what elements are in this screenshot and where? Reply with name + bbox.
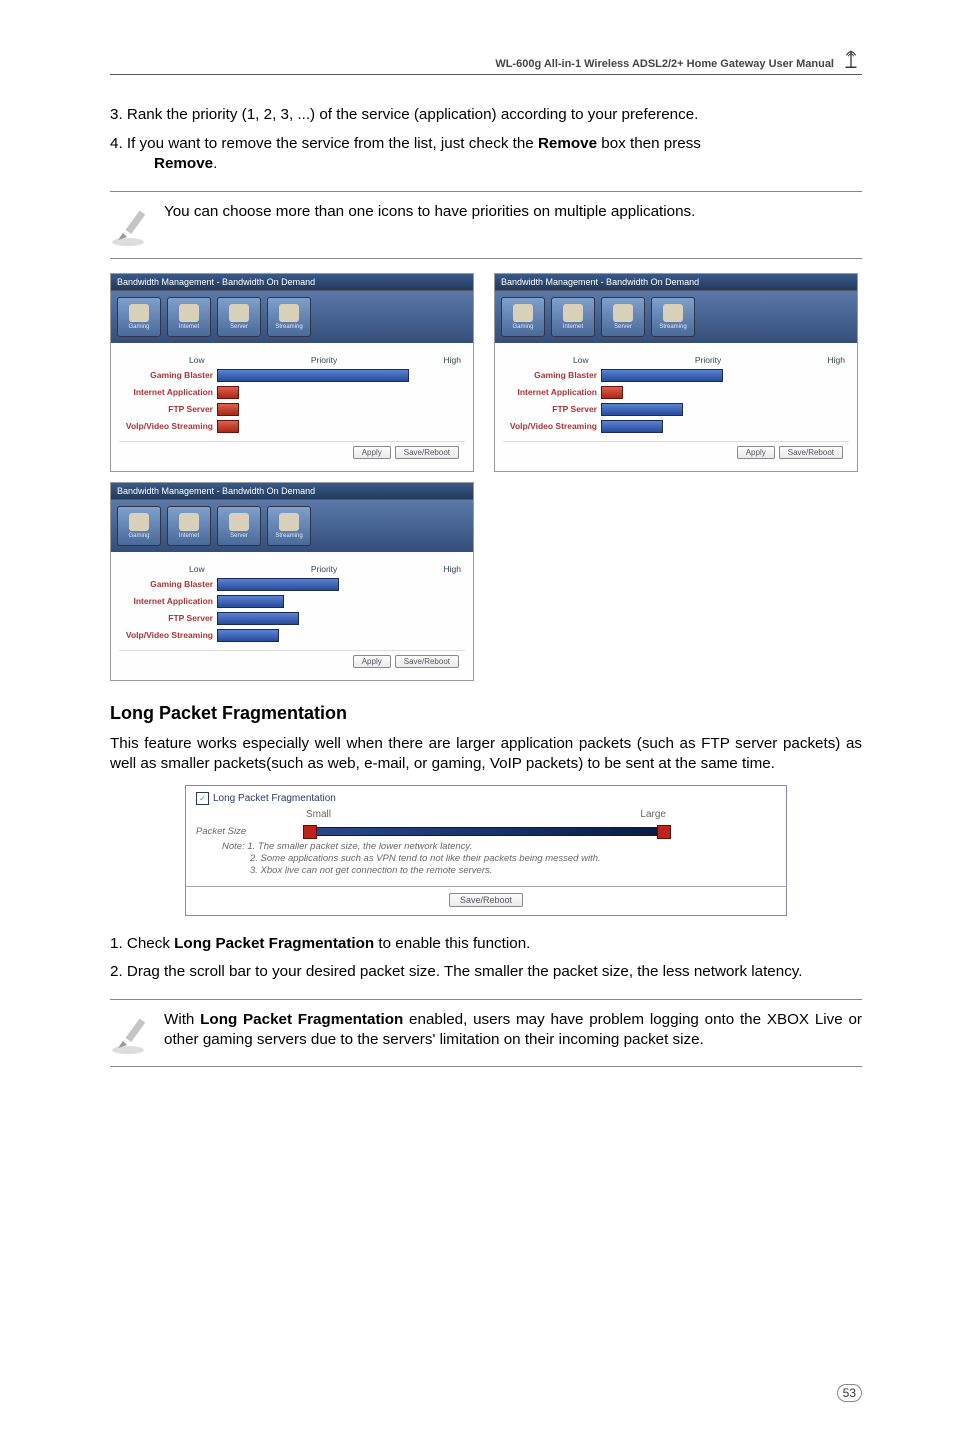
step4: 4. If you want to remove the service fro… <box>110 134 862 175</box>
frag-checkbox[interactable]: ✓ <box>196 792 209 805</box>
note-box-2: With Long Packet Fragmentation enabled, … <box>110 999 862 1067</box>
row-gaming: Gaming Blaster <box>119 579 217 589</box>
large-label: Large <box>640 809 666 820</box>
small-label: Small <box>306 809 331 820</box>
enable-step-2: 2. Drag the scroll bar to your desired p… <box>110 962 862 983</box>
strip-icon-ftp[interactable]: Server <box>217 506 261 546</box>
strip-icon-voip[interactable]: Streaming <box>267 297 311 337</box>
apply-button[interactable]: Apply <box>353 446 391 459</box>
prio-label: Priority <box>695 355 721 365</box>
s1-b: Long Packet Fragmentation <box>174 935 374 952</box>
row-gaming: Gaming Blaster <box>503 370 601 380</box>
step4-c: box then press <box>597 135 701 152</box>
header-title: WL-600g All-in-1 Wireless ADSL2/2+ Home … <box>495 58 834 70</box>
strip-icon-game[interactable]: Gaming <box>117 506 161 546</box>
icon-strip-2: Gaming Internet Server Streaming <box>495 291 857 343</box>
bar-ftp[interactable] <box>217 403 239 416</box>
bar-gaming[interactable] <box>217 369 409 382</box>
config-header-3: Bandwidth Management - Bandwidth On Dema… <box>111 483 473 500</box>
row-voip: VoIp/Video Streaming <box>119 630 217 640</box>
high-label: High <box>444 355 461 365</box>
config-header-2: Bandwidth Management - Bandwidth On Dema… <box>495 274 857 291</box>
config-panel-1: Bandwidth Management - Bandwidth On Dema… <box>110 273 474 472</box>
bar-ftp[interactable] <box>217 612 299 625</box>
prio-label: Priority <box>311 564 337 574</box>
note2-text: With Long Packet Fragmentation enabled, … <box>164 1010 862 1051</box>
bar-voip[interactable] <box>601 420 663 433</box>
bar-gaming[interactable] <box>601 369 723 382</box>
step4-d: Remove <box>154 155 213 172</box>
page-number: 53 <box>837 1384 862 1402</box>
save-button[interactable]: Save/Reboot <box>395 446 459 459</box>
row-ftp: FTP Server <box>119 613 217 623</box>
s1-c: to enable this function. <box>374 935 530 952</box>
row-ftp: FTP Server <box>119 404 217 414</box>
frag-note-3: 3. Xbox live can not get connection to t… <box>222 865 776 877</box>
apply-button[interactable]: Apply <box>737 446 775 459</box>
save-button[interactable]: Save/Reboot <box>779 446 843 459</box>
note2-a: With <box>164 1011 200 1028</box>
row-gaming: Gaming Blaster <box>119 370 217 380</box>
note2-b: Long Packet Fragmentation <box>200 1011 403 1028</box>
save-reboot-button[interactable]: Save/Reboot <box>449 893 523 907</box>
strip-icon-game[interactable]: Gaming <box>117 297 161 337</box>
step4-a: 4. If you want to remove the service fro… <box>110 135 538 152</box>
step3: 3. Rank the priority (1, 2, 3, ...) of t… <box>110 105 862 126</box>
step4-e: . <box>213 155 217 172</box>
s1-a: 1. Check <box>110 935 174 952</box>
low-label: Low <box>189 564 205 574</box>
strip-icon-app[interactable]: Internet <box>167 506 211 546</box>
step4-b: Remove <box>538 135 597 152</box>
row-app: Internet Application <box>119 387 217 397</box>
config-header-1: Bandwidth Management - Bandwidth On Dema… <box>111 274 473 291</box>
high-label: High <box>444 564 461 574</box>
high-label: High <box>828 355 845 365</box>
strip-icon-app[interactable]: Internet <box>551 297 595 337</box>
row-voip: VoIp/Video Streaming <box>503 421 601 431</box>
apply-button[interactable]: Apply <box>353 655 391 668</box>
frag-para: This feature works especially well when … <box>110 734 862 775</box>
strip-icon-ftp[interactable]: Server <box>601 297 645 337</box>
heading-fragmentation: Long Packet Fragmentation <box>110 703 862 724</box>
icon-strip-1: Gaming Internet Server Streaming <box>111 291 473 343</box>
packet-size-label: Packet Size <box>196 826 306 837</box>
bar-ftp[interactable] <box>601 403 683 416</box>
note1-text: You can choose more than one icons to ha… <box>164 202 695 223</box>
bar-app[interactable] <box>217 595 284 608</box>
frag-config-panel: ✓ Long Packet Fragmentation Small Large … <box>185 785 787 916</box>
bar-app[interactable] <box>601 386 623 399</box>
bar-gaming[interactable] <box>217 578 339 591</box>
slider-thumb-right[interactable] <box>657 825 671 839</box>
row-ftp: FTP Server <box>503 404 601 414</box>
enable-step-1: 1. Check Long Packet Fragmentation to en… <box>110 934 862 955</box>
save-button[interactable]: Save/Reboot <box>395 655 459 668</box>
row-voip: VoIp/Video Streaming <box>119 421 217 431</box>
page-header: WL-600g All-in-1 Wireless ADSL2/2+ Home … <box>110 48 862 75</box>
config-panel-2: Bandwidth Management - Bandwidth On Dema… <box>494 273 858 472</box>
frag-note-1: Note: 1. The smaller packet size, the lo… <box>222 841 776 853</box>
row-app: Internet Application <box>503 387 601 397</box>
antenna-icon <box>840 48 862 70</box>
frag-note-2: 2. Some applications such as VPN tend to… <box>222 853 776 865</box>
strip-icon-voip[interactable]: Streaming <box>651 297 695 337</box>
bar-app[interactable] <box>217 386 239 399</box>
frag-title: Long Packet Fragmentation <box>213 793 336 804</box>
prio-label: Priority <box>311 355 337 365</box>
pencil-note-icon <box>110 1012 154 1056</box>
low-label: Low <box>189 355 205 365</box>
strip-icon-ftp[interactable]: Server <box>217 297 261 337</box>
strip-icon-app[interactable]: Internet <box>167 297 211 337</box>
row-app: Internet Application <box>119 596 217 606</box>
bar-voip[interactable] <box>217 629 279 642</box>
packet-size-slider[interactable] <box>306 827 668 836</box>
icon-strip-3: Gaming Internet Server Streaming <box>111 500 473 552</box>
note-box-1: You can choose more than one icons to ha… <box>110 191 862 259</box>
slider-thumb-left[interactable] <box>303 825 317 839</box>
config-panel-3: Bandwidth Management - Bandwidth On Dema… <box>110 482 474 681</box>
strip-icon-game[interactable]: Gaming <box>501 297 545 337</box>
low-label: Low <box>573 355 589 365</box>
bar-voip[interactable] <box>217 420 239 433</box>
strip-icon-voip[interactable]: Streaming <box>267 506 311 546</box>
pencil-note-icon <box>110 204 154 248</box>
